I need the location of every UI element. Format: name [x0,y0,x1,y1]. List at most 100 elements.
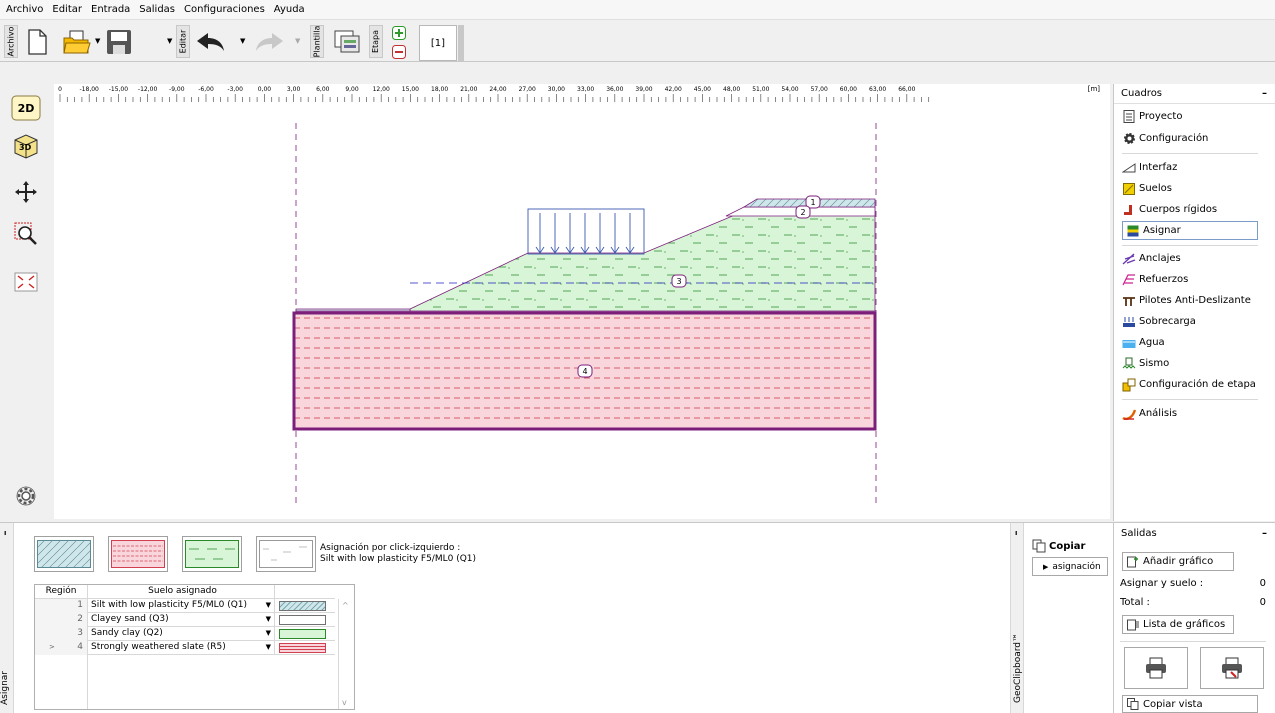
zoom-window-icon[interactable] [9,219,43,249]
frame-configuracion-etapa[interactable]: Configuración de etapa [1122,375,1256,394]
ruler-tick-label: 45,00 [694,86,711,93]
print-preview-icon [1222,657,1242,679]
ruler-tick-label: 54,00 [781,86,798,93]
salidas-collapse-button[interactable]: – [1262,528,1267,539]
soil-swatch-silt[interactable] [34,536,94,572]
main-toolbar: Archivo ▼ ▼ Editar ▼ ▼ Plantilla Etapa [… [0,21,1275,62]
print-button[interactable] [1124,647,1188,689]
view-3d-button[interactable]: 3D [9,131,43,161]
frame-pilotes[interactable]: Pilotes Anti-Deslizante [1122,291,1251,310]
frame-interfaz[interactable]: Interfaz [1122,158,1177,177]
menu-archivo[interactable]: Archivo [6,4,43,15]
add-graph-button[interactable]: Añadir gráfico [1122,552,1234,571]
ruler-tick-label: 24,00 [489,86,506,93]
template-icon[interactable] [332,27,362,57]
view-2d-button[interactable]: 2D [9,93,43,123]
assign-panel-pin[interactable]: ı [4,529,6,537]
table-row[interactable]: 1 Silt with low plasticity F5/ML0 (Q1) ▼ [35,598,335,613]
svg-text:2: 2 [800,208,805,217]
col-soil-header: Suelo asignado [88,584,275,599]
open-dropdown-icon[interactable]: ▼ [95,37,100,45]
left-view-toolbar: 2D 3D [0,87,54,519]
table-row[interactable]: 3 Sandy clay (Q2) ▼ [35,626,335,641]
chevron-down-icon[interactable]: ▼ [266,627,271,640]
frame-suelos[interactable]: Suelos [1122,179,1172,198]
copy-icon [1032,539,1046,553]
frame-sobrecarga[interactable]: Sobrecarga [1122,312,1196,331]
surcharge-icon [1122,315,1136,329]
ruler-tick-label: 66,00 [898,86,915,93]
reinforcement-icon [1122,273,1136,287]
table-row[interactable]: 2 Clayey sand (Q3) ▼ [35,612,335,627]
menu-salidas[interactable]: Salidas [139,4,175,15]
frame-sismo[interactable]: Sismo [1122,354,1169,373]
row-soil-select[interactable]: Clayey sand (Q3) ▼ [88,612,275,627]
frame-analisis[interactable]: Análisis [1122,404,1177,423]
geoclipboard-strip: ı GeoClipboard™ [1010,523,1024,713]
new-file-icon[interactable] [22,27,52,57]
table-scrollbar[interactable]: ^ v [338,599,354,709]
clipboard-pin[interactable]: ı [1015,529,1017,537]
menu-entrada[interactable]: Entrada [91,4,130,15]
region-3-sandy-clay[interactable] [409,206,876,312]
table-row[interactable]: >4 Strongly weathered slate (R5) ▼ [35,640,335,655]
ruler-tick-label: -6,00 [198,86,214,93]
stage-scroll[interactable] [458,25,464,61]
assign-hint: Asignación por click-izquierdo : Silt wi… [320,543,476,565]
surcharge-load[interactable] [527,208,645,255]
soil-swatch-clayey-sand[interactable] [256,536,316,572]
row-soil-select[interactable]: Strongly weathered slate (R5) ▼ [88,640,275,655]
anchor-icon [1122,252,1136,266]
ruler-tick-label: 51,00 [752,86,769,93]
copy-view-button[interactable]: Copiar vista [1122,695,1258,713]
ruler-tick-label: 18,00 [431,86,448,93]
save-icon[interactable] [104,27,134,57]
frame-proyecto[interactable]: Proyecto [1122,107,1182,126]
soil-swatch-sandy-clay[interactable] [182,536,242,572]
row-soil-select[interactable]: Silt with low plasticity F5/ML0 (Q1) ▼ [88,598,275,613]
frame-anclajes[interactable]: Anclajes [1122,249,1181,268]
menu-ayuda[interactable]: Ayuda [274,4,305,15]
redo-dropdown-icon[interactable]: ▼ [295,37,300,45]
region-assignment-table: Región Suelo asignado 1 Silt with low pl… [34,584,355,710]
menu-editar[interactable]: Editar [52,4,82,15]
ruler-tick-label: 21,00 [460,86,477,93]
scroll-up-icon[interactable]: ^ [342,601,349,610]
ruler-tick-label: 0 [58,86,62,93]
undo-dropdown-icon[interactable]: ▼ [240,37,245,45]
frame-refuerzos[interactable]: Refuerzos [1122,270,1188,289]
soil-swatch-slate[interactable] [108,536,168,572]
toolbar-group-editar: Editar [176,25,190,58]
drawing-canvas[interactable]: 1 2 3 4 [54,103,1110,519]
pan-icon[interactable] [9,177,43,207]
frame-cuerpos-rigidos[interactable]: Cuerpos rígidos [1122,200,1217,219]
frame-asignar[interactable]: Asignar [1122,221,1258,240]
settings-gear-icon[interactable] [9,481,43,511]
row-soil-select[interactable]: Sandy clay (Q2) ▼ [88,626,275,641]
redo-icon[interactable] [254,27,284,57]
copy-assignment-button[interactable]: ▶ asignación [1032,557,1108,576]
assign-hint-title: Asignación por click-izquierdo : [320,543,461,553]
ruler-tick-label: 30,00 [548,86,565,93]
print-preview-button[interactable] [1200,647,1264,689]
menubar: Archivo Editar Entrada Salidas Configura… [0,0,1275,20]
zoom-extents-icon[interactable] [9,267,43,297]
chevron-down-icon[interactable]: ▼ [266,613,271,626]
assign-side-label: Asignar [0,671,10,705]
chevron-down-icon[interactable]: ▼ [266,599,271,612]
frame-agua[interactable]: Agua [1122,333,1165,352]
stage-1-button[interactable]: [1] [419,25,457,61]
scroll-down-icon[interactable]: v [342,698,347,707]
graph-list-button[interactable]: Lista de gráficos [1122,615,1234,634]
undo-icon[interactable] [196,27,226,57]
cuadros-collapse-button[interactable]: – [1262,88,1267,99]
chevron-down-icon[interactable]: ▼ [266,641,271,654]
open-folder-icon[interactable] [62,27,92,57]
add-stage-icon[interactable] [392,26,406,40]
ruler-tick-label: 6,00 [316,86,330,93]
menu-configuraciones[interactable]: Configuraciones [184,4,265,15]
cuadros-header: Cuadros – [1114,84,1275,104]
frame-configuracion[interactable]: Configuración [1122,129,1208,148]
save-dropdown-icon[interactable]: ▼ [167,37,172,45]
remove-stage-icon[interactable] [392,45,406,59]
